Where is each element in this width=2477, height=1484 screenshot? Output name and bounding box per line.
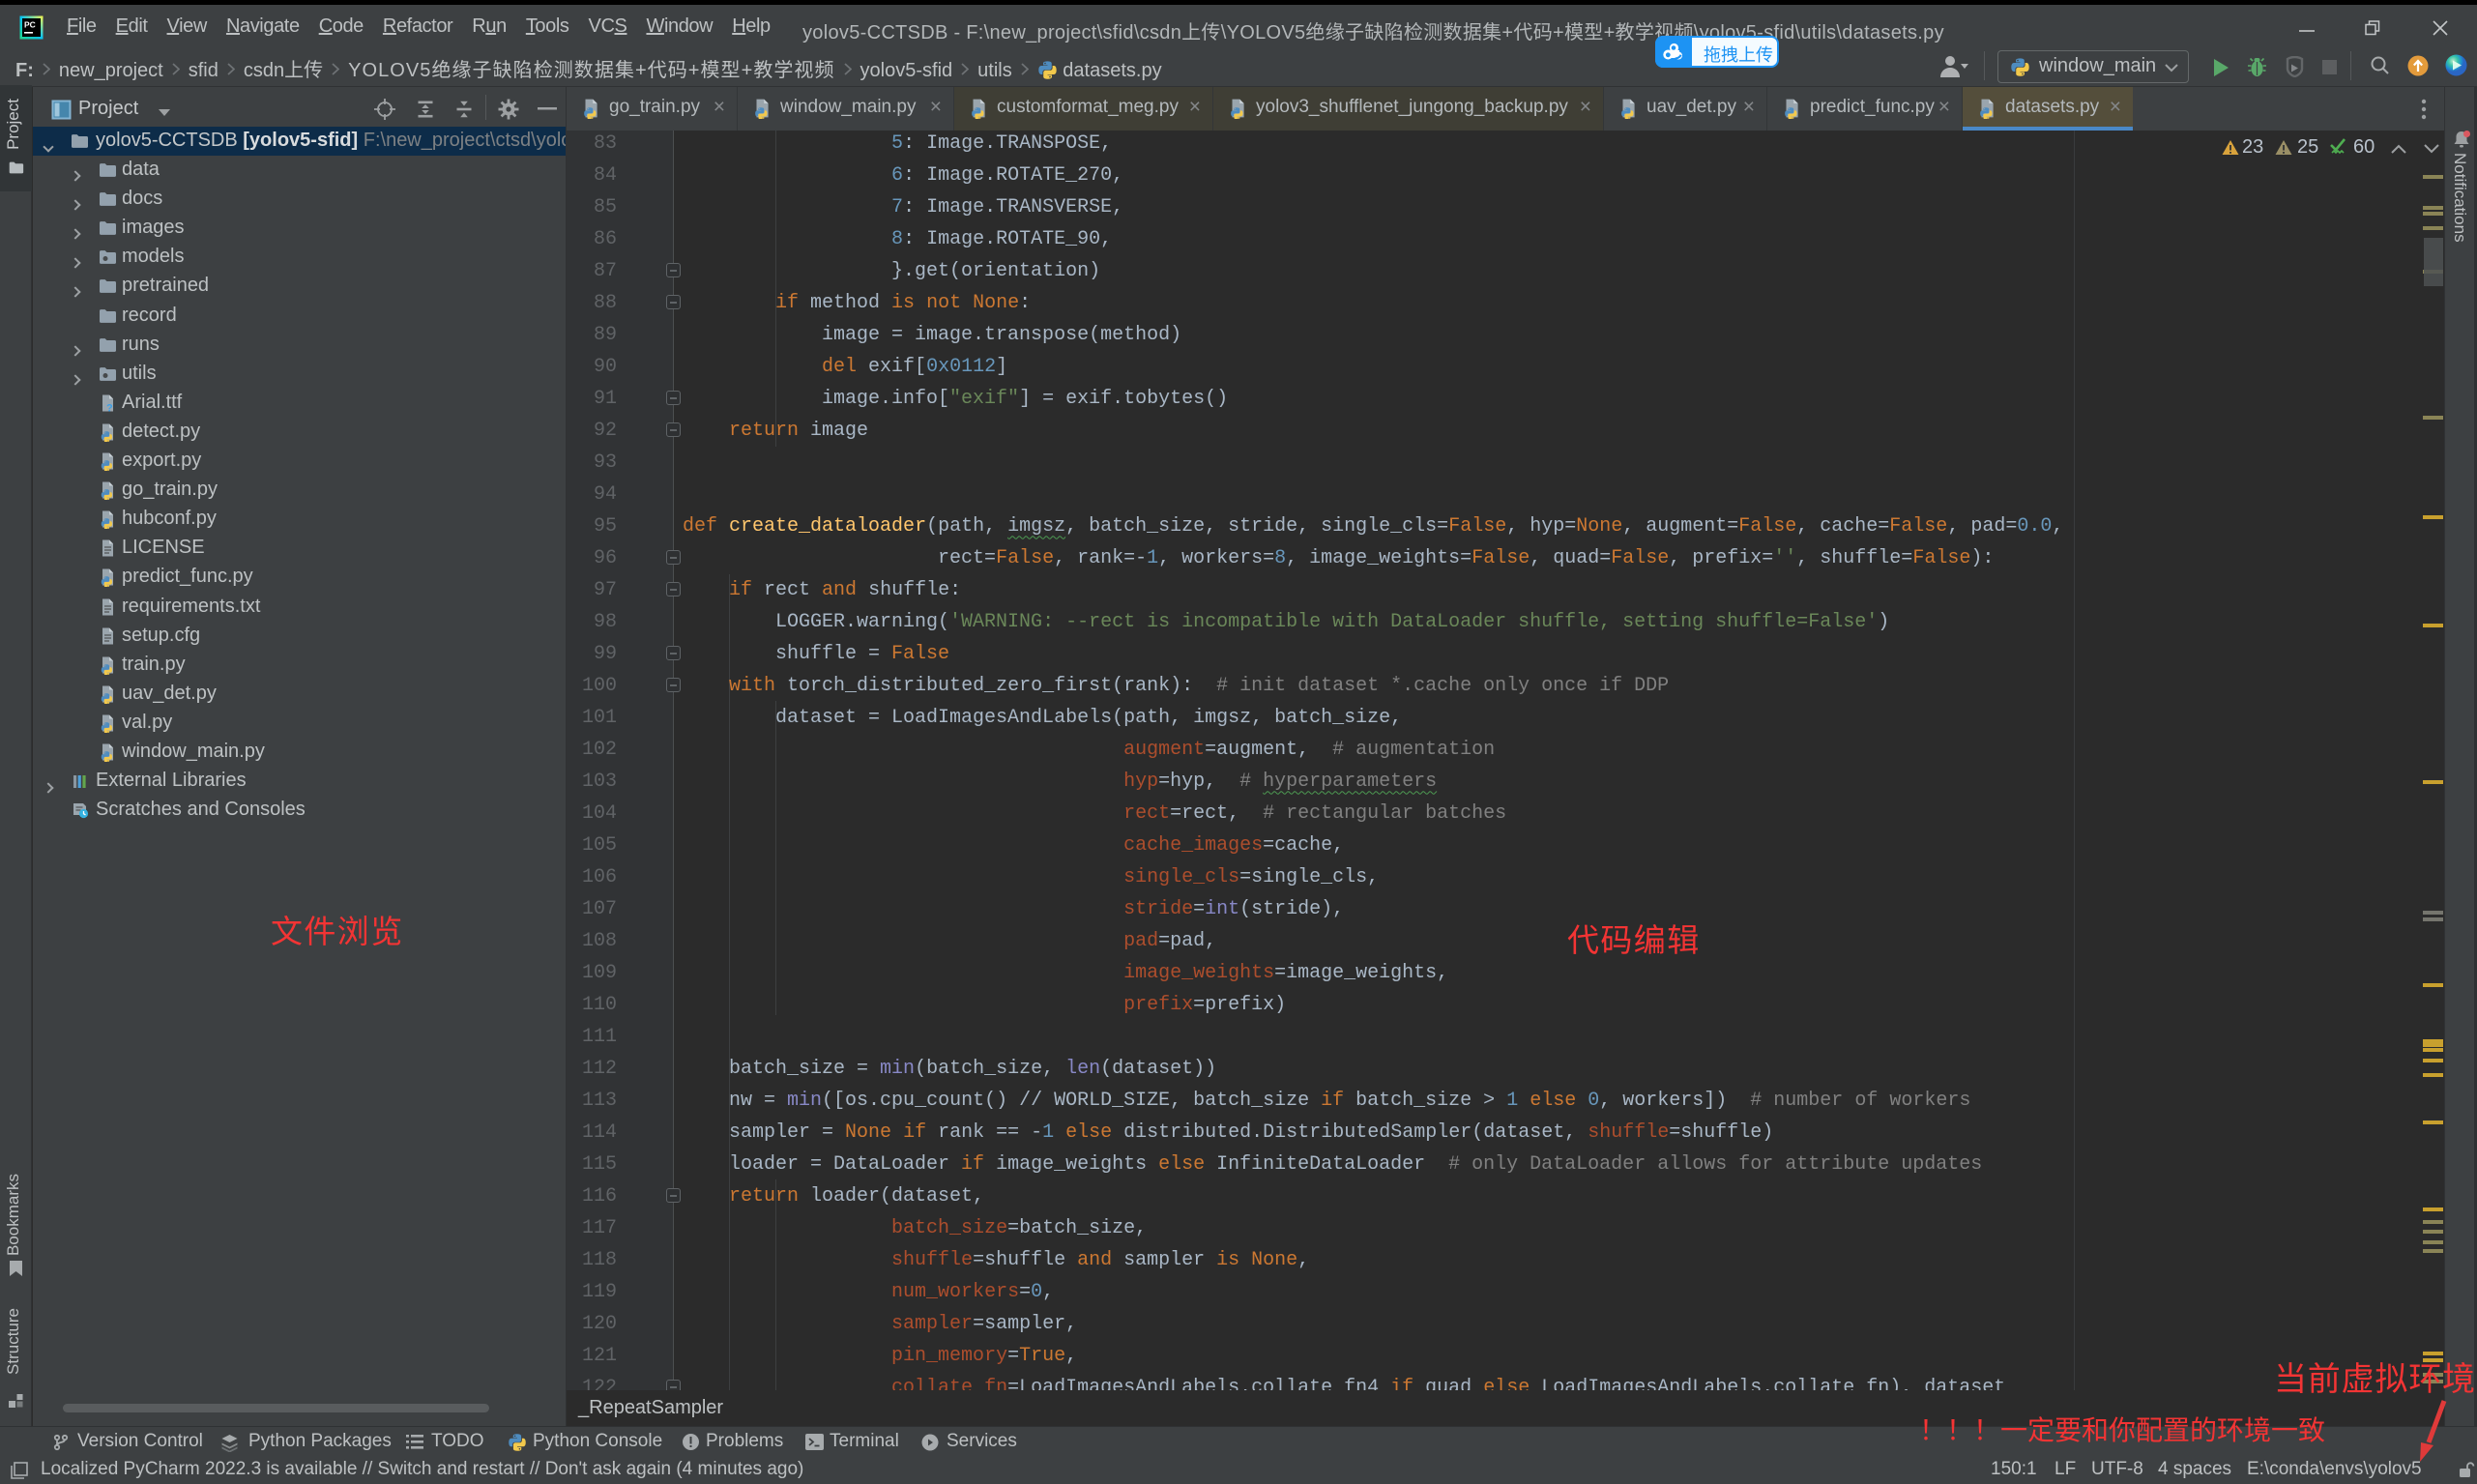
svg-text:?: ? [106,402,113,413]
svg-text:PC: PC [24,20,36,30]
